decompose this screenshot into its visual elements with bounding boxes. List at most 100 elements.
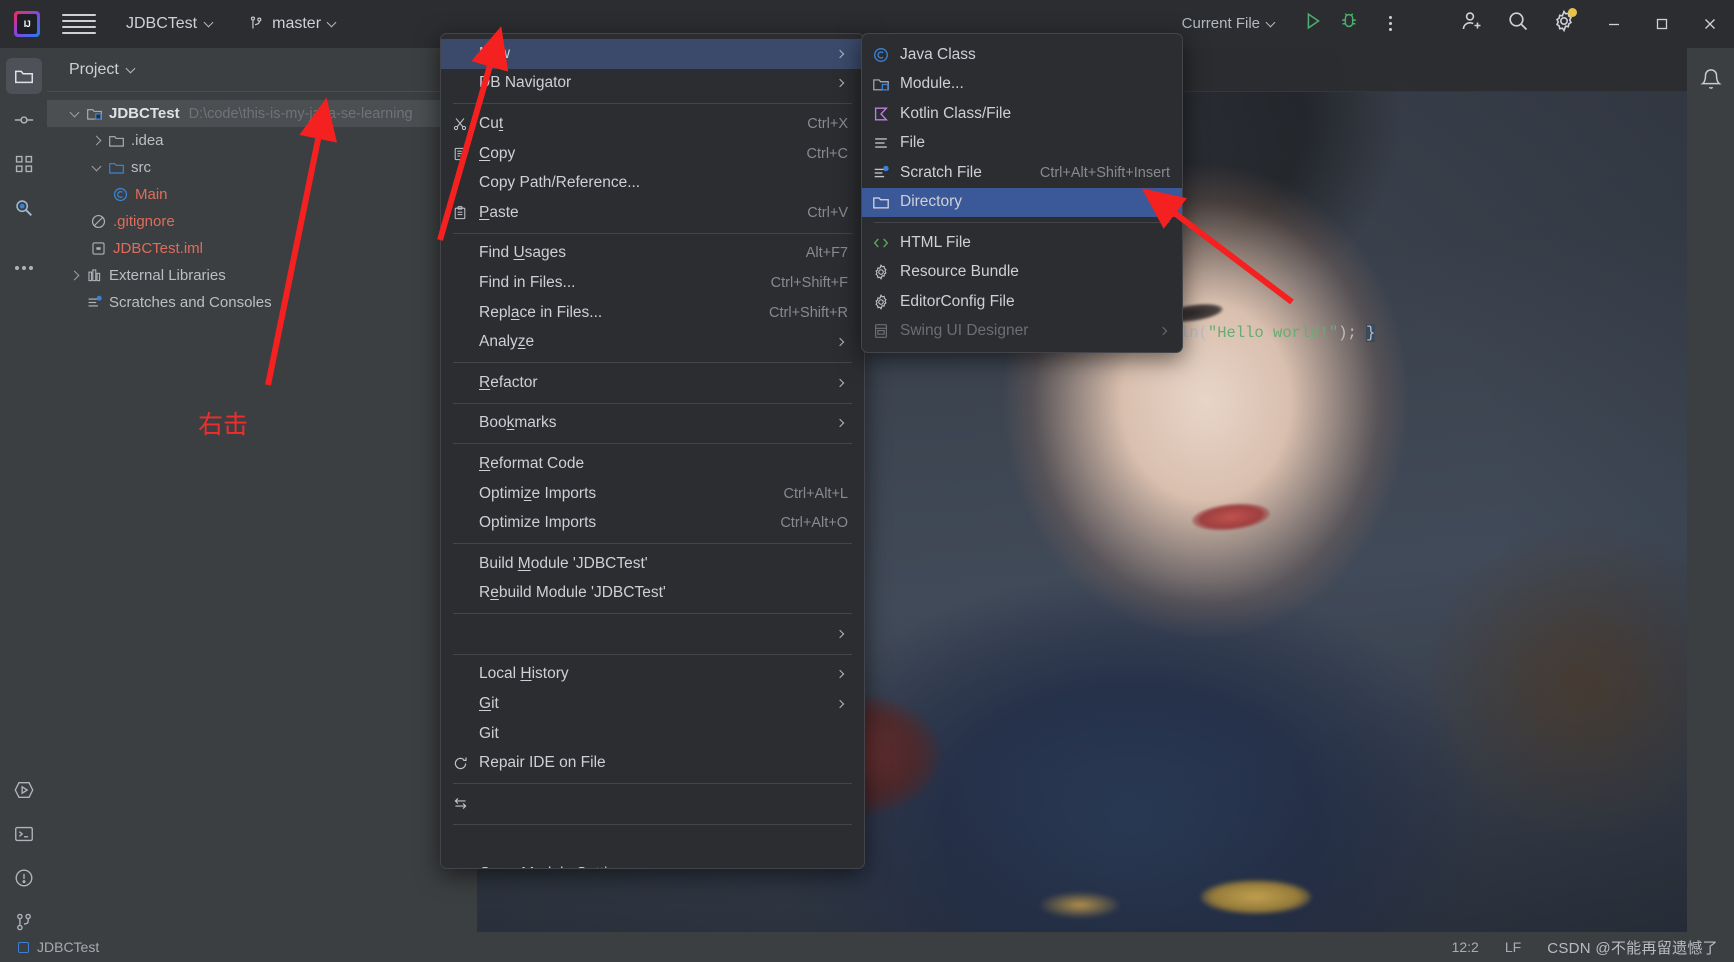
status-module-label: JDBCTest [37, 939, 100, 955]
module-badge-icon [18, 941, 29, 953]
sidebar-item-db-navigator[interactable] [6, 190, 42, 226]
menu-item-reformat-code[interactable]: Reformat Code [441, 449, 864, 479]
menu-item-copy[interactable]: Copy Ctrl+C [441, 139, 864, 169]
project-tree[interactable]: JDBCTest D:\code\this-is-my-java-se-lear… [47, 92, 477, 316]
right-tool-stripe [1687, 48, 1734, 932]
run-icon[interactable] [1302, 10, 1324, 37]
submenu-arrow-icon [1156, 327, 1170, 336]
menu-item-refactor[interactable]: Refactor [441, 368, 864, 398]
sidebar-item-project[interactable] [5, 58, 42, 94]
scratches-icon [83, 294, 105, 311]
tree-node-idea[interactable]: .idea [47, 127, 477, 154]
more-options-icon[interactable] [1380, 16, 1400, 31]
menu-item-compare-with[interactable] [441, 789, 864, 819]
tree-node-jdbctest[interactable]: JDBCTest D:\code\this-is-my-java-se-lear… [47, 100, 477, 127]
add-user-icon[interactable] [1460, 9, 1484, 38]
title-bar-actions [1460, 8, 1577, 38]
tree-node-external-libraries[interactable]: External Libraries [47, 262, 477, 289]
tree-node-iml[interactable]: JDBCTest.iml [47, 235, 477, 262]
menu-item-open-module-settings[interactable] [441, 830, 864, 860]
settings-icon[interactable] [1552, 8, 1577, 38]
branch-icon [251, 16, 262, 29]
menu-item-add-framework-support[interactable]: Open Module Settings [441, 859, 864, 868]
menu-item-label: Open Module Settings [479, 865, 848, 868]
status-module-indicator[interactable]: JDBCTest [18, 939, 99, 955]
chevron-down-icon [1267, 19, 1276, 28]
tree-node-label: Scratches and Consoles [109, 294, 272, 311]
chevron-down-icon [205, 19, 214, 28]
tree-node-scratches[interactable]: Scratches and Consoles [47, 289, 477, 316]
tree-node-src[interactable]: src [47, 154, 477, 181]
status-caret-position[interactable]: 12:2 [1452, 939, 1479, 955]
menu-item-git[interactable]: Git [441, 689, 864, 719]
submenu-item-file[interactable]: File [862, 129, 1182, 159]
code-token-string: "Hello world!" [1207, 324, 1339, 342]
submenu-item-kotlin-class-file[interactable]: Kotlin Class/File [862, 99, 1182, 129]
sidebar-item-structure[interactable] [6, 146, 42, 182]
submenu-item-editorconfig-file[interactable]: EditorConfig File [862, 287, 1182, 317]
debug-icon[interactable] [1338, 10, 1360, 37]
menu-item-cut[interactable]: Cut Ctrl+X [441, 109, 864, 139]
menu-item-label: Repair IDE on File [479, 754, 606, 772]
git-branch-dropdown[interactable]: master [242, 12, 343, 36]
hamburger-menu-icon[interactable] [62, 13, 96, 34]
menu-item-optimize-imports[interactable]: Optimize Imports Ctrl+Alt+L [441, 479, 864, 509]
sidebar-item-commit[interactable] [6, 102, 42, 138]
menu-item-open-in[interactable] [441, 619, 864, 649]
menu-item-remove-module[interactable]: Optimize Imports Ctrl+Alt+O [441, 508, 864, 538]
tree-node-gitignore[interactable]: .gitignore [47, 208, 477, 235]
close-icon[interactable] [1686, 0, 1734, 48]
submenu-arrow-icon [832, 629, 848, 639]
status-line-separator[interactable]: LF [1505, 939, 1521, 955]
tree-node-label: src [131, 159, 151, 176]
run-configuration-dropdown[interactable]: Current File [1176, 12, 1282, 35]
paste-icon [441, 205, 479, 221]
menu-item-label: Copy Path/Reference... [479, 174, 641, 192]
tree-node-label: .gitignore [113, 213, 175, 230]
search-icon[interactable] [1506, 9, 1530, 38]
expand-arrow-icon[interactable] [65, 270, 83, 281]
menu-item-repair-ide-on-file[interactable]: Git [441, 719, 864, 749]
menu-item-shortcut: Ctrl+X [807, 115, 848, 132]
expand-arrow-icon[interactable] [65, 107, 83, 119]
menu-item-reload-from-disk[interactable]: Repair IDE on File [441, 748, 864, 778]
menu-item-local-history[interactable]: Local History [441, 660, 864, 690]
menu-item-replace-in-files[interactable]: Replace in Files... Ctrl+Shift+R [441, 298, 864, 328]
submenu-item-shortcut: Ctrl+Alt+Shift+Insert [1039, 164, 1170, 181]
tree-node-main[interactable]: Main [47, 181, 477, 208]
submenu-item-label: Module... [900, 75, 964, 93]
sidebar-item-problems[interactable] [6, 860, 42, 896]
gitignore-icon [87, 213, 109, 230]
maximize-icon[interactable] [1638, 0, 1686, 48]
menu-item-analyze[interactable]: Analyze [441, 327, 864, 357]
menu-item-find-usages[interactable]: Find Usages Alt+F7 [441, 239, 864, 269]
submenu-item-scratch-file[interactable]: Scratch File Ctrl+Alt+Shift+Insert [862, 158, 1182, 188]
context-menu[interactable]: New DB Navigator Cut Ctrl+X Copy Ctrl+C … [440, 33, 865, 869]
sidebar-item-run[interactable] [6, 772, 42, 808]
submenu-item-html-file[interactable]: HTML File [862, 228, 1182, 258]
menu-item-build-module[interactable]: Build Module 'JDBCTest' [441, 549, 864, 579]
sidebar-item-terminal[interactable] [6, 816, 42, 852]
menu-item-bookmarks[interactable]: Bookmarks [441, 409, 864, 439]
submenu-item-java-class[interactable]: Java Class [862, 40, 1182, 70]
new-submenu[interactable]: Java Class Module... Kotlin Class/File F… [861, 33, 1183, 353]
submenu-item-resource-bundle[interactable]: Resource Bundle [862, 258, 1182, 288]
notifications-icon[interactable] [1687, 68, 1734, 90]
project-panel-header[interactable]: Project [47, 48, 477, 92]
menu-item-paste[interactable]: Paste Ctrl+V [441, 198, 864, 228]
menu-item-find-in-files[interactable]: Find in Files... Ctrl+Shift+F [441, 268, 864, 298]
more-tool-windows-icon[interactable] [6, 250, 42, 286]
project-name-dropdown[interactable]: JDBCTest [120, 12, 220, 36]
menu-item-db-navigator[interactable]: DB Navigator [441, 69, 864, 99]
minimize-icon[interactable] [1590, 0, 1638, 48]
editor-code-line: ln("Hello world!"); } [1180, 324, 1376, 342]
submenu-item-module[interactable]: Module... [862, 70, 1182, 100]
menu-item-copy-path-reference[interactable]: Copy Path/Reference... [441, 168, 864, 198]
menu-item-new[interactable]: New [441, 39, 864, 69]
expand-arrow-icon[interactable] [87, 135, 105, 146]
submenu-item-directory[interactable]: Directory [862, 187, 1182, 217]
tree-node-label: JDBCTest [109, 105, 180, 122]
menu-item-rebuild-module[interactable]: Rebuild Module 'JDBCTest' [441, 579, 864, 609]
code-token-brace: } [1366, 324, 1376, 342]
expand-arrow-icon[interactable] [87, 161, 105, 173]
